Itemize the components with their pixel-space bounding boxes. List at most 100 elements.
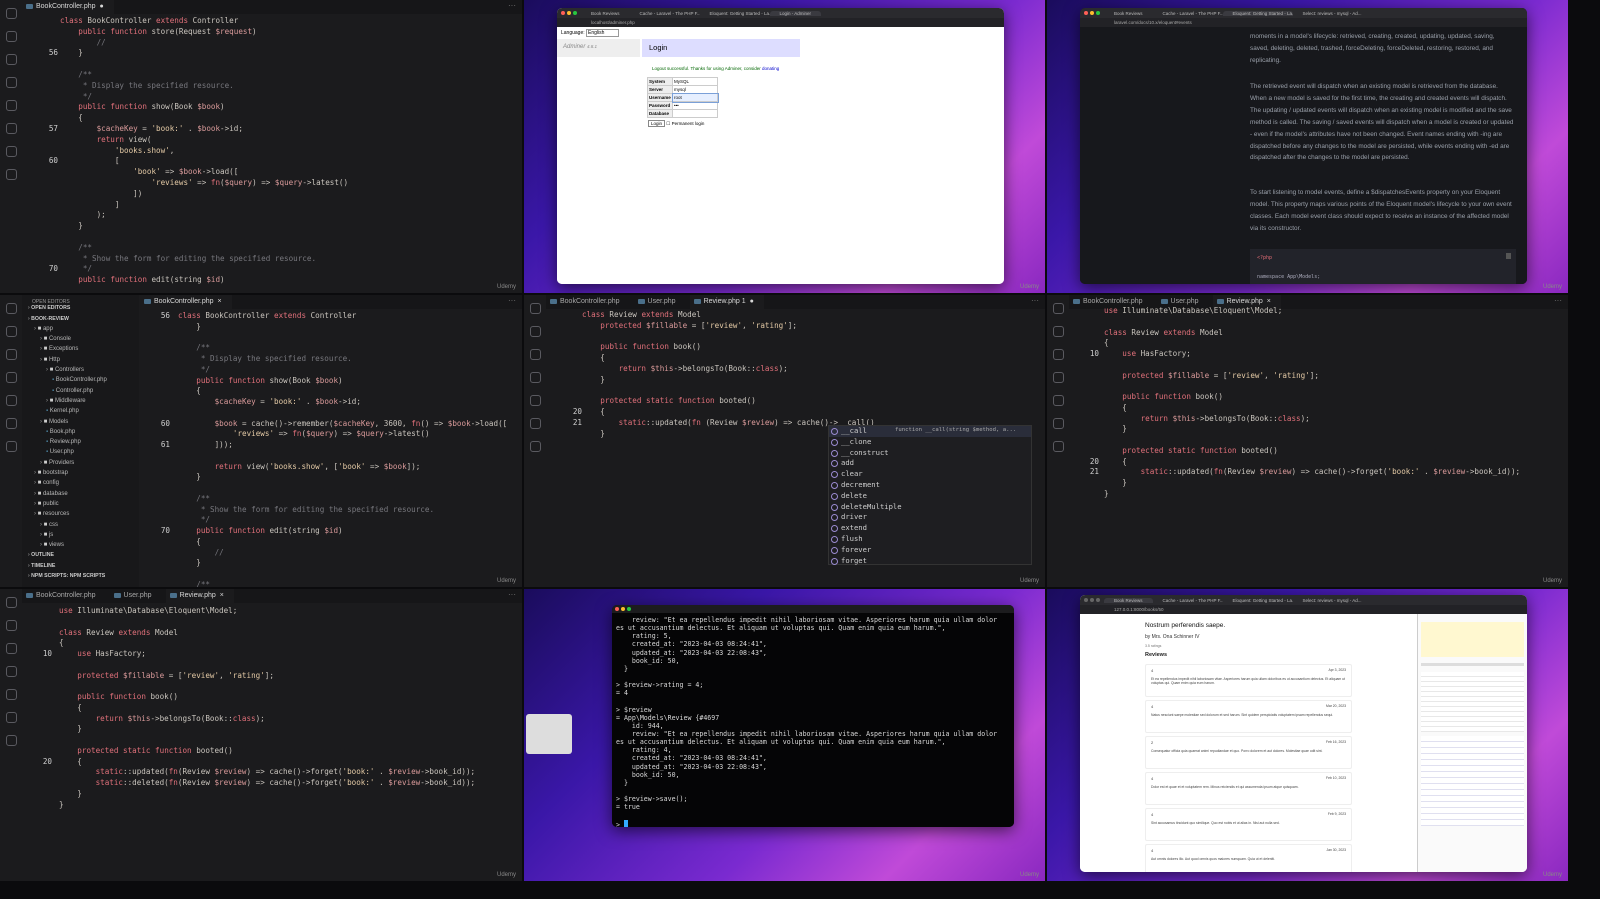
- source-control-icon[interactable]: [1052, 349, 1064, 360]
- search-icon[interactable]: [5, 31, 17, 42]
- editor-tab[interactable]: Review.php 1 ●: [689, 295, 764, 309]
- testing-icon[interactable]: [1052, 418, 1064, 429]
- video-thumb-6-editor[interactable]: BookController.php User.php Review.php × ···…: [1047, 295, 1568, 587]
- browser-tab[interactable]: Select: reviews - mysql - Ad...: [1293, 11, 1363, 16]
- terminal-output[interactable]: review: "Et ea repellendus impedit nihil…: [612, 613, 1014, 827]
- browser-tab[interactable]: Book Reviews: [1104, 597, 1153, 603]
- autocomplete-item[interactable]: deleteMultiple: [829, 502, 1031, 513]
- field-input[interactable]: MySQL: [672, 77, 718, 86]
- extensions-icon[interactable]: [5, 689, 17, 700]
- source-control-icon[interactable]: [5, 643, 17, 654]
- testing-icon[interactable]: [5, 712, 17, 723]
- explorer-icon[interactable]: [5, 8, 17, 19]
- remote-icon[interactable]: [5, 169, 17, 180]
- address-bar[interactable]: 127.0.0.1:8000/books/50: [1080, 605, 1527, 614]
- docker-icon[interactable]: [529, 441, 541, 452]
- video-thumb-7-editor[interactable]: BookController.php User.php Review.php × ···…: [0, 589, 522, 881]
- tab-state-icon[interactable]: ×: [218, 298, 222, 305]
- video-thumb-2-adminer[interactable]: Book Reviews Cache - Laravel - The PHP F.…: [524, 0, 1045, 293]
- browser-tab[interactable]: Cache - Laravel - The PHP F...: [630, 11, 700, 16]
- explorer-icon[interactable]: [529, 303, 541, 314]
- video-thumb-4-editor-explorer[interactable]: OPEN EDITORS › OPEN EDITORS › BOOK-REVIEW ›…: [0, 295, 522, 587]
- editor-tab[interactable]: User.php: [110, 589, 166, 603]
- docker-icon[interactable]: [1052, 441, 1064, 452]
- browser-tab[interactable]: Eloquent: Getting Started - La...: [1222, 10, 1293, 16]
- folder-item[interactable]: › ■ database: [22, 491, 139, 501]
- search-icon[interactable]: [1052, 326, 1064, 337]
- section-header[interactable]: › OUTLINE: [22, 552, 139, 562]
- video-thumb-8-terminal[interactable]: review: "Et ea repellendus impedit nihil…: [524, 589, 1045, 881]
- browser-tab[interactable]: Book Reviews: [581, 11, 630, 16]
- more-actions-icon[interactable]: ···: [1031, 296, 1039, 305]
- testing-icon[interactable]: [529, 418, 541, 429]
- search-icon[interactable]: [5, 620, 17, 631]
- debug-icon[interactable]: [529, 372, 541, 383]
- debug-icon[interactable]: [5, 666, 17, 677]
- extensions-icon[interactable]: [5, 100, 17, 111]
- testing-icon[interactable]: [5, 123, 17, 134]
- folder-item[interactable]: › ■ Models: [22, 419, 139, 429]
- browser-tab[interactable]: Cache - Laravel - The PHP F...: [1153, 598, 1223, 603]
- autocomplete-item[interactable]: add: [829, 458, 1031, 469]
- file-item[interactable]: ▪ Book.php: [22, 429, 139, 439]
- more-actions-icon[interactable]: ···: [508, 1, 516, 10]
- debug-icon[interactable]: [5, 77, 17, 88]
- file-item[interactable]: ▪ BookController.php: [22, 377, 139, 387]
- autocomplete-item[interactable]: driver: [829, 512, 1031, 523]
- autocomplete-popup[interactable]: __call __clone __construct add clear decremen…: [828, 425, 1032, 565]
- video-thumb-9-book-page[interactable]: Book Reviews Cache - Laravel - The PHP F.…: [1047, 589, 1568, 881]
- video-thumb-3-laravel-docs[interactable]: Book Reviews Cache - Laravel - The PHP F.…: [1047, 0, 1568, 293]
- editor-tab[interactable]: User.php: [634, 295, 690, 309]
- extensions-icon[interactable]: [529, 395, 541, 406]
- address-bar[interactable]: localhost/adminer.php: [557, 18, 1004, 27]
- tab-state-icon[interactable]: ×: [1267, 298, 1271, 305]
- section-header[interactable]: › OPEN EDITORS: [22, 305, 139, 315]
- source-control-icon[interactable]: [5, 54, 17, 65]
- folder-item[interactable]: › ■ public: [22, 501, 139, 511]
- editor-tab[interactable]: BookController.php ×: [140, 295, 232, 309]
- editor-tab[interactable]: Review.php ×: [165, 589, 234, 603]
- video-thumb-1-editor[interactable]: BookController.php ● ··· class BookControl…: [0, 0, 522, 293]
- section-header[interactable]: › NPM SCRIPTS: NPM SCRIPTS: [22, 573, 139, 583]
- file-item[interactable]: ▪ Kernel.php: [22, 408, 139, 418]
- docker-icon[interactable]: [5, 441, 17, 452]
- donating-link[interactable]: donating: [762, 66, 779, 71]
- address-bar[interactable]: laravel.com/docs/10.x/eloquent#events: [1080, 18, 1527, 27]
- folder-item[interactable]: › ■ Controllers: [22, 367, 139, 377]
- folder-item[interactable]: › ■ css: [22, 522, 139, 532]
- autocomplete-item[interactable]: decrement: [829, 480, 1031, 491]
- file-item[interactable]: ▪ User.php: [22, 449, 139, 459]
- browser-tab[interactable]: Eloquent: Getting Started - La...: [1223, 598, 1293, 603]
- more-actions-icon[interactable]: ···: [508, 296, 516, 305]
- debug-icon[interactable]: [1052, 372, 1064, 383]
- autocomplete-item[interactable]: extend: [829, 523, 1031, 534]
- field-input[interactable]: mysql: [672, 85, 718, 94]
- more-actions-icon[interactable]: ···: [508, 590, 516, 599]
- browser-tab[interactable]: Login - Adminer: [769, 10, 822, 16]
- autocomplete-item[interactable]: __clone: [829, 437, 1031, 448]
- browser-tab[interactable]: Book Reviews: [1104, 11, 1153, 16]
- editor-tab[interactable]: BookController.php: [546, 295, 634, 309]
- testing-icon[interactable]: [5, 418, 17, 429]
- source-control-icon[interactable]: [529, 349, 541, 360]
- docker-icon[interactable]: [5, 735, 17, 746]
- docker-icon[interactable]: [5, 146, 17, 157]
- field-input[interactable]: [672, 109, 718, 118]
- browser-tab[interactable]: Eloquent: Getting Started - La...: [700, 11, 770, 16]
- folder-item[interactable]: › ■ Middleware: [22, 398, 139, 408]
- folder-item[interactable]: › ■ Providers: [22, 460, 139, 470]
- terminal-window[interactable]: review: "Et ea repellendus impedit nihil…: [612, 605, 1014, 827]
- debug-icon[interactable]: [5, 372, 17, 383]
- folder-item[interactable]: › ■ js: [22, 532, 139, 542]
- search-icon[interactable]: [5, 326, 17, 337]
- login-button[interactable]: Login: [648, 120, 666, 127]
- tab-state-icon[interactable]: ×: [220, 592, 224, 599]
- permanent-login-checkbox[interactable]: ☐: [666, 121, 670, 126]
- field-input[interactable]: •••: [672, 101, 718, 110]
- search-icon[interactable]: [529, 326, 541, 337]
- file-item[interactable]: ▪ Review.php: [22, 439, 139, 449]
- devtools-panel[interactable]: [1417, 614, 1527, 872]
- folder-item[interactable]: › ■ bootstrap: [22, 470, 139, 480]
- editor-tab[interactable]: BookController.php: [22, 589, 110, 603]
- autocomplete-item[interactable]: forever: [829, 545, 1031, 556]
